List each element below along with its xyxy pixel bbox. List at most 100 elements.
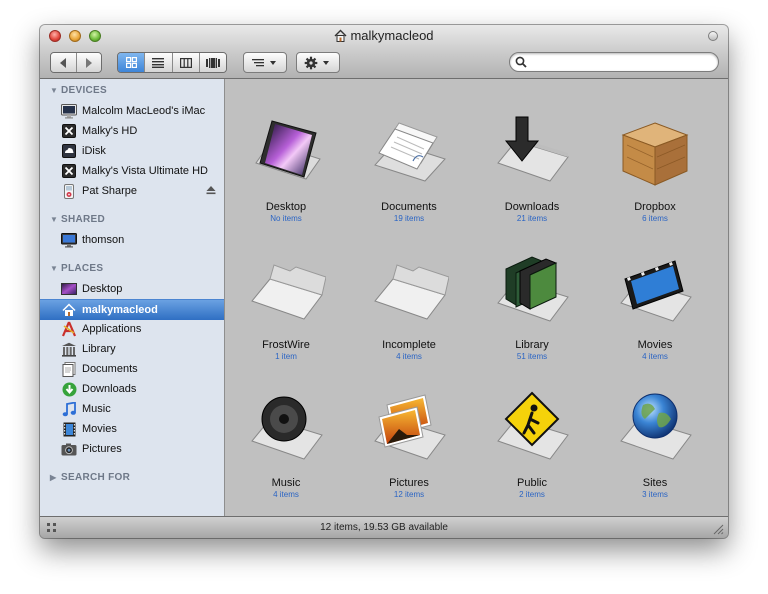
sidebar-item-desktop[interactable]: Desktop xyxy=(40,279,224,299)
sidebar-header-shared-label: SHARED xyxy=(61,214,106,225)
ipod-icon xyxy=(61,183,77,199)
file-item-library[interactable]: Library 51 items xyxy=(472,251,592,361)
movies-icon xyxy=(61,421,77,437)
file-item-desktop[interactable]: Desktop No items xyxy=(226,113,346,223)
desktop-icon xyxy=(61,281,77,297)
sidebar: ▼ DEVICES Malcolm MacLeod's iMac Malky's … xyxy=(40,79,225,516)
sidebar-item-pat-sharpe[interactable]: Pat Sharpe xyxy=(40,181,224,201)
music-folder-icon xyxy=(251,396,323,460)
file-item-name: Documents xyxy=(381,201,437,213)
folder-icon xyxy=(374,264,450,320)
sidebar-item-applications[interactable]: Applications xyxy=(40,319,224,339)
dropbox-box-icon xyxy=(621,122,689,186)
file-item-name: Public xyxy=(517,477,547,489)
file-item-name: Desktop xyxy=(265,201,307,213)
file-item-sites[interactable]: Sites 3 items xyxy=(595,389,715,499)
sidebar-header-devices-label: DEVICES xyxy=(61,85,108,96)
sidebar-item-documents[interactable]: Documents xyxy=(40,359,224,379)
file-item-count: 4 items xyxy=(642,352,668,361)
gear-icon xyxy=(304,56,329,69)
eject-icon[interactable] xyxy=(206,185,216,195)
file-item-frostwire[interactable]: FrostWire 1 item xyxy=(226,251,346,361)
sidebar-item-music[interactable]: Music xyxy=(40,399,224,419)
list-view-icon xyxy=(152,57,165,68)
sidebar-item-pictures[interactable]: Pictures xyxy=(40,439,224,459)
chevron-left-icon xyxy=(60,57,67,68)
list-view-button[interactable] xyxy=(145,53,173,72)
sidebar-header-places[interactable]: ▼ PLACES xyxy=(50,263,103,274)
home-icon xyxy=(61,302,77,318)
sidebar-item-home[interactable]: malkymacleod xyxy=(40,299,224,320)
sidebar-item-thomson[interactable]: thomson xyxy=(40,230,224,250)
file-item-downloads[interactable]: Downloads 21 items xyxy=(472,113,592,223)
downloads-icon xyxy=(61,381,77,397)
sidebar-header-search-for[interactable]: ▶ SEARCH FOR xyxy=(50,472,130,483)
coverflow-view-icon xyxy=(205,57,220,68)
forward-button[interactable] xyxy=(76,53,101,72)
file-item-name: Pictures xyxy=(389,477,429,489)
file-item-count: 6 items xyxy=(642,214,668,223)
resize-grip-icon[interactable] xyxy=(712,523,724,535)
public-folder-icon xyxy=(497,391,569,460)
file-item-name: Movies xyxy=(637,339,673,351)
sidebar-item-imac[interactable]: Malcolm MacLeod's iMac xyxy=(40,101,224,121)
sidebar-resize-handle-icon[interactable] xyxy=(46,522,58,534)
file-item-name: FrostWire xyxy=(262,339,310,351)
file-item-movies[interactable]: Movies 4 items xyxy=(595,251,715,361)
sidebar-item-label: Library xyxy=(82,343,116,355)
action-button[interactable] xyxy=(296,52,340,73)
sidebar-item-library[interactable]: Library xyxy=(40,339,224,359)
file-item-name: Sites xyxy=(642,477,668,489)
file-item-documents[interactable]: Documents 19 items xyxy=(349,113,469,223)
file-item-count: 2 items xyxy=(519,490,545,499)
sidebar-item-label: Applications xyxy=(82,323,142,335)
sidebar-item-vista-hd[interactable]: Malky's Vista Ultimate HD xyxy=(40,161,224,181)
column-view-button[interactable] xyxy=(172,53,200,72)
documents-icon xyxy=(61,361,77,377)
finder-window: malkymacleod ▼ DEVICES Malcolm MacLeod's… xyxy=(40,25,728,538)
documents-folder-icon xyxy=(374,122,446,182)
sidebar-item-label: Downloads xyxy=(82,383,137,395)
file-item-count: 4 items xyxy=(273,490,299,499)
pictures-icon xyxy=(61,441,77,457)
sidebar-header-devices[interactable]: ▼ DEVICES xyxy=(50,85,107,96)
library-folder-icon xyxy=(497,256,569,322)
search-icon xyxy=(515,56,527,68)
file-item-count: 1 item xyxy=(275,352,297,361)
file-item-dropbox[interactable]: Dropbox 6 items xyxy=(595,113,715,223)
file-item-count: 4 items xyxy=(396,352,422,361)
back-button[interactable] xyxy=(51,53,77,72)
toolbar-toggle-button[interactable] xyxy=(708,31,718,41)
arrange-icon xyxy=(252,58,276,66)
view-switcher xyxy=(117,52,227,73)
movies-folder-icon xyxy=(620,260,692,322)
search-input[interactable] xyxy=(530,55,714,71)
file-item-public[interactable]: Public 2 items xyxy=(472,389,592,499)
arrange-button[interactable] xyxy=(243,52,287,73)
coverflow-view-button[interactable] xyxy=(199,53,226,72)
icon-view-button[interactable] xyxy=(118,53,146,72)
file-item-incomplete[interactable]: Incomplete 4 items xyxy=(349,251,469,361)
file-item-pictures[interactable]: Pictures 12 items xyxy=(349,389,469,499)
sites-folder-icon xyxy=(620,393,692,460)
sidebar-item-movies[interactable]: Movies xyxy=(40,419,224,439)
pictures-folder-icon xyxy=(374,394,446,460)
file-item-count: 21 items xyxy=(516,214,548,223)
sidebar-item-label: Documents xyxy=(82,363,138,375)
status-bar: 12 items, 19.53 GB available xyxy=(40,516,728,538)
sidebar-header-shared[interactable]: ▼ SHARED xyxy=(50,214,105,225)
idisk-icon xyxy=(61,143,77,159)
folder-icon xyxy=(251,264,327,320)
sidebar-item-malkys-hd[interactable]: Malky's HD xyxy=(40,121,224,141)
bootcamp-drive-icon xyxy=(61,123,77,139)
back-forward-control xyxy=(50,52,102,73)
window-title: malkymacleod xyxy=(40,28,728,45)
file-item-music[interactable]: Music 4 items xyxy=(226,389,346,499)
sidebar-item-label: iDisk xyxy=(82,145,106,157)
sidebar-item-idisk[interactable]: iDisk xyxy=(40,141,224,161)
file-item-name: Downloads xyxy=(504,201,560,213)
chevron-right-icon xyxy=(85,57,92,68)
sidebar-item-label: Pat Sharpe xyxy=(82,185,138,197)
search-field xyxy=(509,52,719,72)
sidebar-item-downloads[interactable]: Downloads xyxy=(40,379,224,399)
